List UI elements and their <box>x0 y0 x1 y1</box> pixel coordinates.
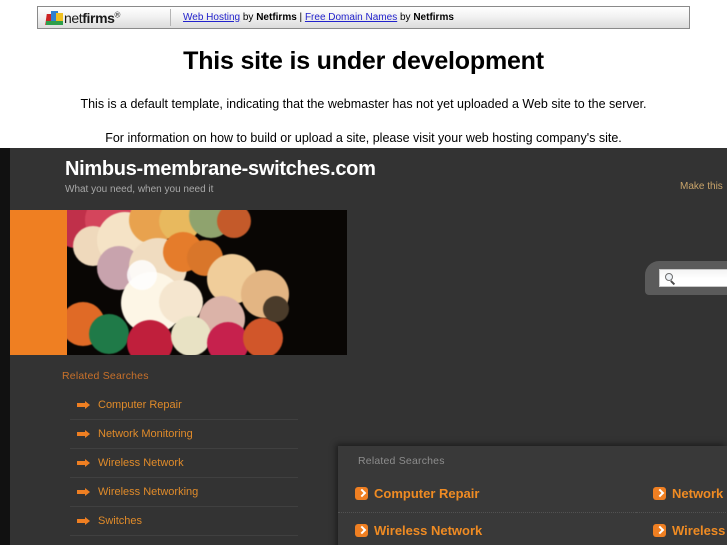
netfirms-banner: netfirms® Web Hosting by Netfirms | Free… <box>37 6 690 29</box>
free-domain-names-link[interactable]: Free Domain Names <box>305 12 397 23</box>
netfirms-wordmark-light: net <box>64 9 83 26</box>
list-item[interactable]: Computer Repair <box>70 391 298 420</box>
list-item-label: Network <box>672 486 724 501</box>
list-item-label: Wireless <box>672 523 726 538</box>
page-title: This site is under development <box>183 47 544 75</box>
parked-page: Nimbus-membrane-switches.com What you ne… <box>0 148 727 545</box>
netfirms-brand-1: Netfirms <box>256 11 297 23</box>
overlay-column-left: Computer Repair Wireless Network Switche… <box>338 476 636 545</box>
template-paragraph-1: This is a default template, indicating t… <box>80 97 647 111</box>
sidebar-related-searches-heading: Related Searches <box>62 370 149 382</box>
site-title: Nimbus-membrane-switches.com <box>65 158 376 180</box>
by-label-1: by <box>240 11 257 23</box>
list-item[interactable]: Wireless Network <box>70 449 298 478</box>
overlay-columns: Computer Repair Wireless Network Switche… <box>338 476 727 545</box>
hero-bokeh-image <box>67 210 347 355</box>
list-item-label: Computer Repair <box>374 486 480 501</box>
chevron-right-icon <box>355 524 368 537</box>
arrow-right-icon <box>77 401 90 409</box>
arrow-right-icon <box>77 459 90 467</box>
web-hosting-link[interactable]: Web Hosting <box>183 12 240 23</box>
list-item-label: Computer Repair <box>98 399 182 411</box>
arrow-right-icon <box>77 488 90 496</box>
related-searches-overlay: Related Searches Computer Repair Wireles… <box>338 446 727 545</box>
by-label-2: by <box>397 11 414 23</box>
sidebar-related-searches-list: Computer Repair Network Monitoring Wirel… <box>70 391 298 536</box>
netfirms-mark-icon <box>45 10 63 25</box>
list-item-label: Wireless Network <box>374 523 483 538</box>
netfirms-brand-2: Netfirms <box>413 11 454 23</box>
list-item[interactable]: Wireless Networking <box>70 478 298 507</box>
orange-accent-block <box>10 210 67 355</box>
links-separator: | <box>296 11 305 23</box>
list-item-label: Network Monitoring <box>98 428 193 440</box>
banner-divider <box>170 9 171 26</box>
trademark-icon: ® <box>114 9 121 19</box>
list-item[interactable]: Network Monitoring <box>70 420 298 449</box>
netfirms-links: Web Hosting by Netfirms | Free Domain Na… <box>183 11 454 23</box>
overlay-heading: Related Searches <box>358 455 445 467</box>
template-paragraph-2: For information on how to build or uploa… <box>105 131 622 145</box>
list-item[interactable]: Switches <box>70 507 298 536</box>
list-item-label: Wireless Networking <box>98 486 199 498</box>
list-item[interactable]: Wireless <box>636 513 727 545</box>
parked-page-header: Nimbus-membrane-switches.com What you ne… <box>10 148 727 210</box>
list-item[interactable]: Computer Repair <box>338 476 636 513</box>
list-item[interactable]: Wireless Network <box>338 513 636 545</box>
list-item-label: Wireless Network <box>98 457 184 469</box>
netfirms-logo[interactable]: netfirms® <box>38 7 168 28</box>
arrow-right-icon <box>77 430 90 438</box>
chevron-right-icon <box>355 487 368 500</box>
netfirms-wordmark-bold: firms <box>82 9 115 26</box>
netfirms-wordmark: netfirms® <box>64 9 121 26</box>
search-container <box>645 261 727 295</box>
chevron-right-icon <box>653 524 666 537</box>
chevron-right-icon <box>653 487 666 500</box>
list-item-label: Switches <box>98 515 143 527</box>
search-icon <box>665 273 676 285</box>
make-homepage-link[interactable]: Make this <box>680 181 723 192</box>
search-input[interactable] <box>659 269 727 287</box>
arrow-right-icon <box>77 517 90 525</box>
site-tagline: What you need, when you need it <box>65 184 214 195</box>
overlay-column-right: Network Wireless Network S Network Wirel… <box>636 476 727 545</box>
list-item[interactable]: Network <box>636 476 727 513</box>
